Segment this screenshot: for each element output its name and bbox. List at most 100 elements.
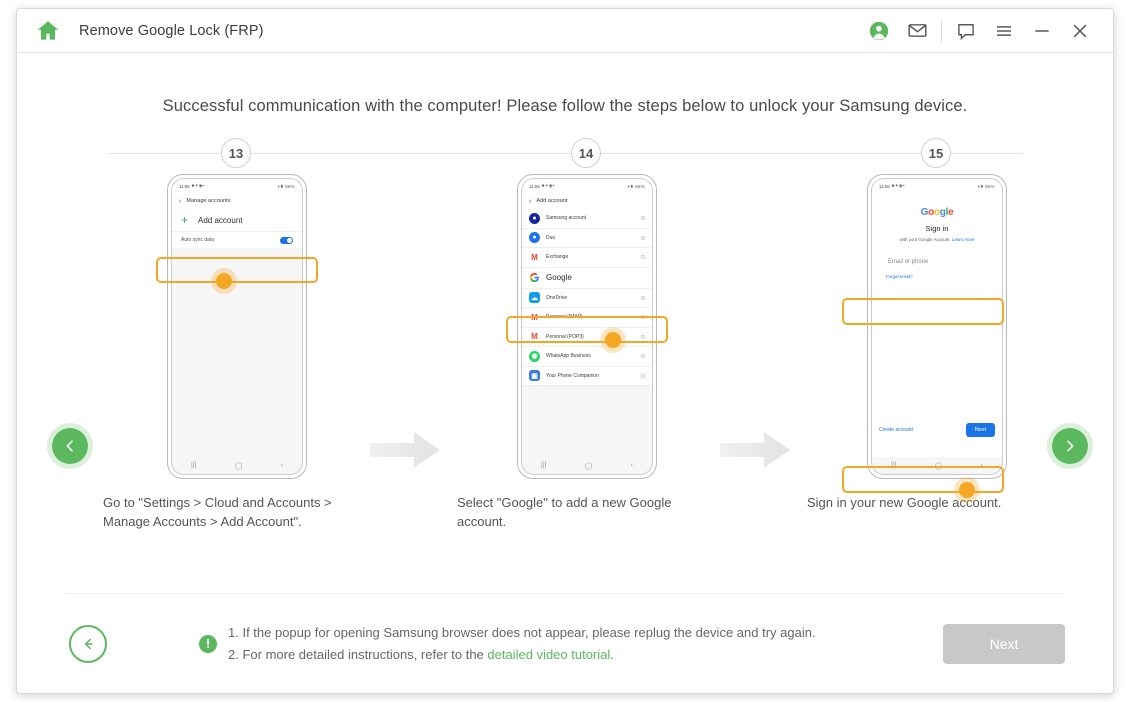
arrow-left-icon (85, 638, 93, 649)
list-item[interactable]: M Exchange (522, 248, 652, 268)
step-separator-arrow (720, 432, 790, 468)
footer: ! 1. If the popup for opening Samsung br… (65, 593, 1065, 693)
google-next-button[interactable]: Next (965, 423, 995, 437)
step-caption-15: Sign in your new Google account. (807, 495, 1002, 510)
status-icons: ■✦◉• (191, 183, 205, 188)
video-tutorial-link[interactable]: detailed video tutorial (487, 647, 610, 662)
tap-indicator (954, 477, 980, 503)
radio-icon[interactable] (641, 373, 645, 378)
add-account-label: Add account (198, 215, 243, 225)
auto-sync-toggle[interactable] (280, 236, 293, 244)
radio-icon[interactable] (641, 216, 645, 221)
back-chevron-icon[interactable]: ‹ (529, 198, 531, 205)
home-nav-icon[interactable]: ◯ (235, 462, 243, 470)
onedrive-icon: ☁ (529, 292, 540, 304)
list-item-label: Your Phone Companion (546, 372, 599, 379)
learn-more-link[interactable]: Learn more (952, 237, 974, 242)
recents-icon[interactable]: ||| (191, 462, 196, 469)
step-caption-13: Go to "Settings > Cloud and Accounts > M… (103, 495, 332, 529)
next-step-button[interactable] (1047, 423, 1093, 469)
radio-icon[interactable] (641, 295, 645, 300)
list-item-google[interactable]: Google (522, 268, 652, 289)
google-logo: Google (920, 207, 954, 218)
list-item[interactable]: ▣ Your Phone Companion (522, 367, 652, 386)
steps-area: 13 14 15 11:55 ■✦◉• ⏸▮ 88% ‹ Manage acco… (17, 138, 1113, 558)
auto-sync-row[interactable]: Auto sync data (172, 231, 302, 248)
titlebar-controls (860, 16, 1099, 46)
step-badge-13: 13 (221, 138, 251, 168)
email-or-phone-input[interactable]: Email or phone (884, 255, 990, 269)
signin-actions: Create account Next (872, 423, 1002, 437)
phone-navbar: ||| ◯ ‹ (872, 457, 1002, 474)
feedback-icon[interactable] (947, 16, 985, 46)
add-account-row[interactable]: + Add account (172, 209, 302, 231)
radio-icon[interactable] (641, 334, 645, 339)
phone-screen: 11:55 ■✦◉• ⏸▮ 88% ‹ Manage accounts + Ad… (171, 178, 303, 475)
status-icons: ■✦◉• (541, 183, 555, 188)
step-badge-row: 13 14 15 (107, 138, 1023, 168)
titlebar-divider (941, 19, 942, 42)
home-nav-icon[interactable]: ◯ (585, 462, 593, 470)
phone-mockup-step14: 11:55 ■✦◉• ⏸▮ 88% ‹ Add account ● Samsun… (517, 174, 657, 479)
tap-indicator (600, 327, 626, 353)
google-signin-screen: Google Sign in with your Google Account.… (872, 193, 1002, 457)
back-chevron-icon[interactable]: ‹ (179, 198, 181, 205)
list-item[interactable]: ● Samsung account (522, 209, 652, 229)
list-item-label: Personal (IMAP) (546, 314, 583, 321)
radio-icon[interactable] (641, 354, 645, 359)
radio-icon[interactable] (641, 315, 645, 320)
back-nav-icon[interactable]: ‹ (631, 462, 633, 469)
note-line-2: 2. For more detailed instructions, refer… (228, 646, 614, 662)
gmail-icon: M (529, 331, 540, 343)
home-icon[interactable] (35, 18, 61, 44)
app-window: Remove Google Lock (FRP) Successful comm… (16, 8, 1114, 694)
back-nav-icon[interactable]: ‹ (981, 462, 983, 469)
account-icon[interactable] (860, 16, 898, 46)
status-time: 11:55 (179, 183, 190, 189)
create-account-link[interactable]: Create account (879, 427, 913, 433)
back-button[interactable] (69, 624, 107, 663)
radio-icon[interactable] (641, 235, 645, 240)
close-icon[interactable] (1061, 16, 1099, 46)
account-type-list: ● Samsung account ● Duo M Exchange Googl… (522, 209, 652, 386)
radio-icon[interactable] (641, 255, 645, 260)
chevron-right-icon (1067, 440, 1074, 452)
note-line-1: 1. If the popup for opening Samsung brow… (228, 625, 816, 641)
phone-content: ● Samsung account ● Duo M Exchange Googl… (522, 209, 652, 457)
recents-icon[interactable]: ||| (541, 462, 546, 469)
list-item[interactable]: ◉ WhatsApp Business (522, 347, 652, 367)
phone-screen: 11:55 ■✦◉• ⏸▮ 88% ‹ Add account ● Samsun… (521, 178, 653, 475)
titlebar: Remove Google Lock (FRP) (17, 9, 1113, 53)
phone-mockup-step13: 11:55 ■✦◉• ⏸▮ 88% ‹ Manage accounts + Ad… (167, 174, 307, 479)
home-nav-icon[interactable]: ◯ (935, 462, 943, 470)
appbar-title: Add account (536, 198, 568, 204)
list-item[interactable]: M Personal (IMAP) (522, 308, 652, 328)
minimize-icon[interactable] (1023, 16, 1061, 46)
forgot-email-link[interactable]: Forgot email? (886, 274, 994, 279)
phone-appbar: ‹ Add account (522, 193, 652, 209)
app-title: Remove Google Lock (FRP) (79, 22, 264, 39)
phone-navbar: ||| ◯ ‹ (172, 457, 302, 474)
recents-icon[interactable]: ||| (891, 462, 896, 469)
mail-icon[interactable] (898, 16, 936, 46)
prev-step-button[interactable] (47, 423, 93, 469)
step-badge-14: 14 (571, 138, 601, 168)
list-item[interactable]: ● Duo (522, 229, 652, 248)
list-item[interactable]: ☁ OneDrive (522, 289, 652, 308)
menu-icon[interactable] (985, 16, 1023, 46)
phone-content: + Add account Auto sync data (172, 209, 302, 457)
chevron-left-icon (66, 440, 73, 452)
note-area: ! 1. If the popup for opening Samsung br… (199, 622, 816, 664)
back-nav-icon[interactable]: ‹ (281, 462, 283, 469)
samsung-icon: ● (529, 212, 540, 224)
email-placeholder: Email or phone (888, 259, 929, 265)
step-caption-14: Select "Google" to add a new Google acco… (457, 495, 672, 529)
status-battery: ⏸▮ 88% (277, 183, 295, 189)
list-item[interactable]: M Personal (POP3) (522, 328, 652, 347)
status-battery: ⏸▮ 88% (977, 183, 995, 189)
duo-icon: ● (529, 232, 540, 244)
note-text: 1. If the popup for opening Samsung brow… (228, 622, 816, 664)
status-time: 11:56 (879, 183, 890, 189)
next-button[interactable]: Next (943, 623, 1065, 664)
appbar-title: Manage accounts (186, 198, 231, 204)
